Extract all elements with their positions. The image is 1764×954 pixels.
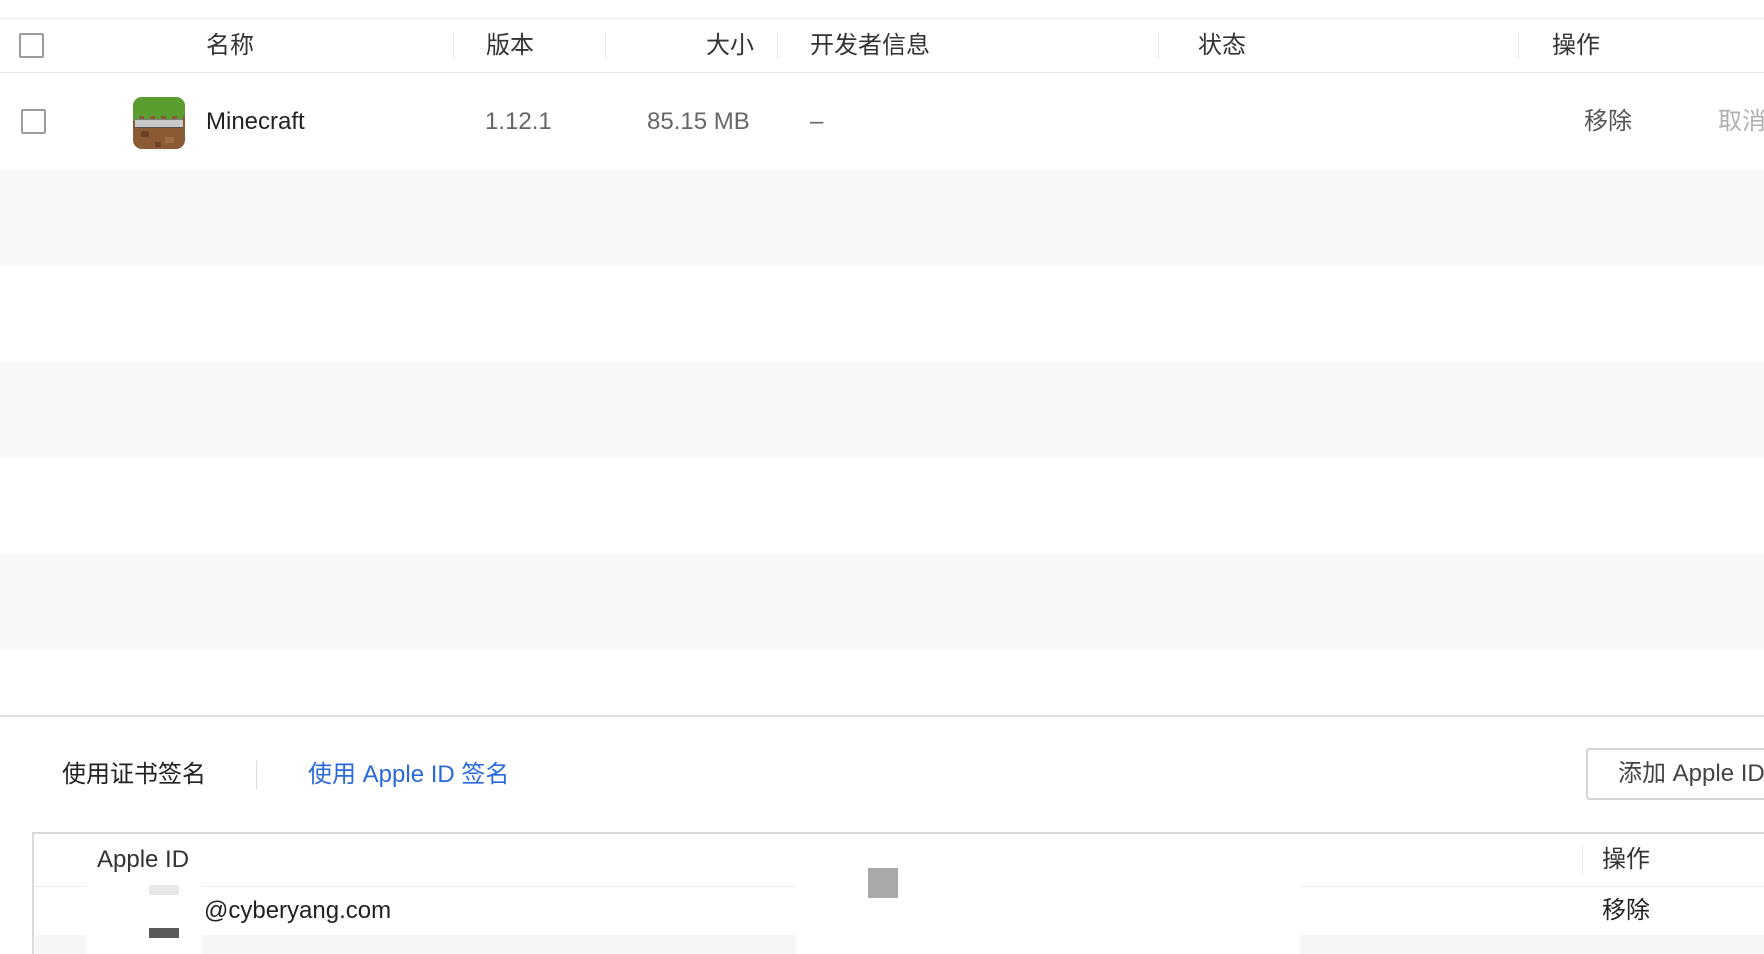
header-divider — [1582, 846, 1583, 874]
table-row: Minecraft 1.12.1 85.15 MB – 移除 取消 — [0, 74, 1764, 170]
redaction-block — [868, 868, 898, 898]
app-signing-page: 名称 版本 大小 开发者信息 状态 操作 Minecraft 1.12.1 85… — [0, 0, 1764, 954]
section-divider — [0, 715, 1764, 717]
apple-id-value: @cyberyang.com — [204, 897, 392, 924]
empty-row — [0, 554, 1764, 650]
app-name: Minecraft — [206, 108, 305, 135]
header-divider — [777, 33, 778, 59]
empty-row — [0, 170, 1764, 266]
header-status: 状态 — [1198, 32, 1246, 59]
header-divider — [453, 33, 454, 59]
remove-apple-id-button[interactable]: 移除 — [1602, 887, 1650, 935]
header-apple-id-actions: 操作 — [1602, 846, 1650, 873]
header-version: 版本 — [486, 32, 534, 59]
header-name: 名称 — [206, 32, 254, 59]
app-table-header: 名称 版本 大小 开发者信息 状态 操作 — [0, 19, 1764, 73]
tab-certificate-sign[interactable]: 使用证书签名 — [62, 755, 206, 795]
header-actions: 操作 — [1552, 32, 1600, 59]
redaction-mark — [149, 928, 179, 938]
remove-app-button[interactable]: 移除 — [1584, 74, 1632, 170]
add-apple-id-button[interactable]: 添加 Apple ID — [1586, 748, 1764, 800]
row-checkbox[interactable] — [21, 109, 46, 134]
minecraft-app-icon — [133, 97, 185, 149]
app-version: 1.12.1 — [485, 108, 552, 135]
redaction-patch — [86, 878, 202, 954]
select-all-checkbox[interactable] — [19, 33, 44, 58]
redaction-mark — [149, 885, 179, 895]
cancel-app-button[interactable]: 取消 — [1718, 74, 1764, 170]
empty-row — [0, 458, 1764, 554]
header-size: 大小 — [706, 32, 754, 59]
empty-row — [0, 362, 1764, 458]
tab-apple-id-sign[interactable]: 使用 Apple ID 签名 — [308, 755, 509, 795]
header-developer: 开发者信息 — [810, 32, 930, 59]
header-divider — [1518, 33, 1519, 59]
empty-row — [0, 266, 1764, 362]
header-divider — [1158, 33, 1159, 59]
header-divider — [605, 33, 606, 59]
app-developer: – — [810, 108, 824, 135]
app-size: 85.15 MB — [647, 108, 750, 135]
tab-divider — [256, 761, 257, 789]
